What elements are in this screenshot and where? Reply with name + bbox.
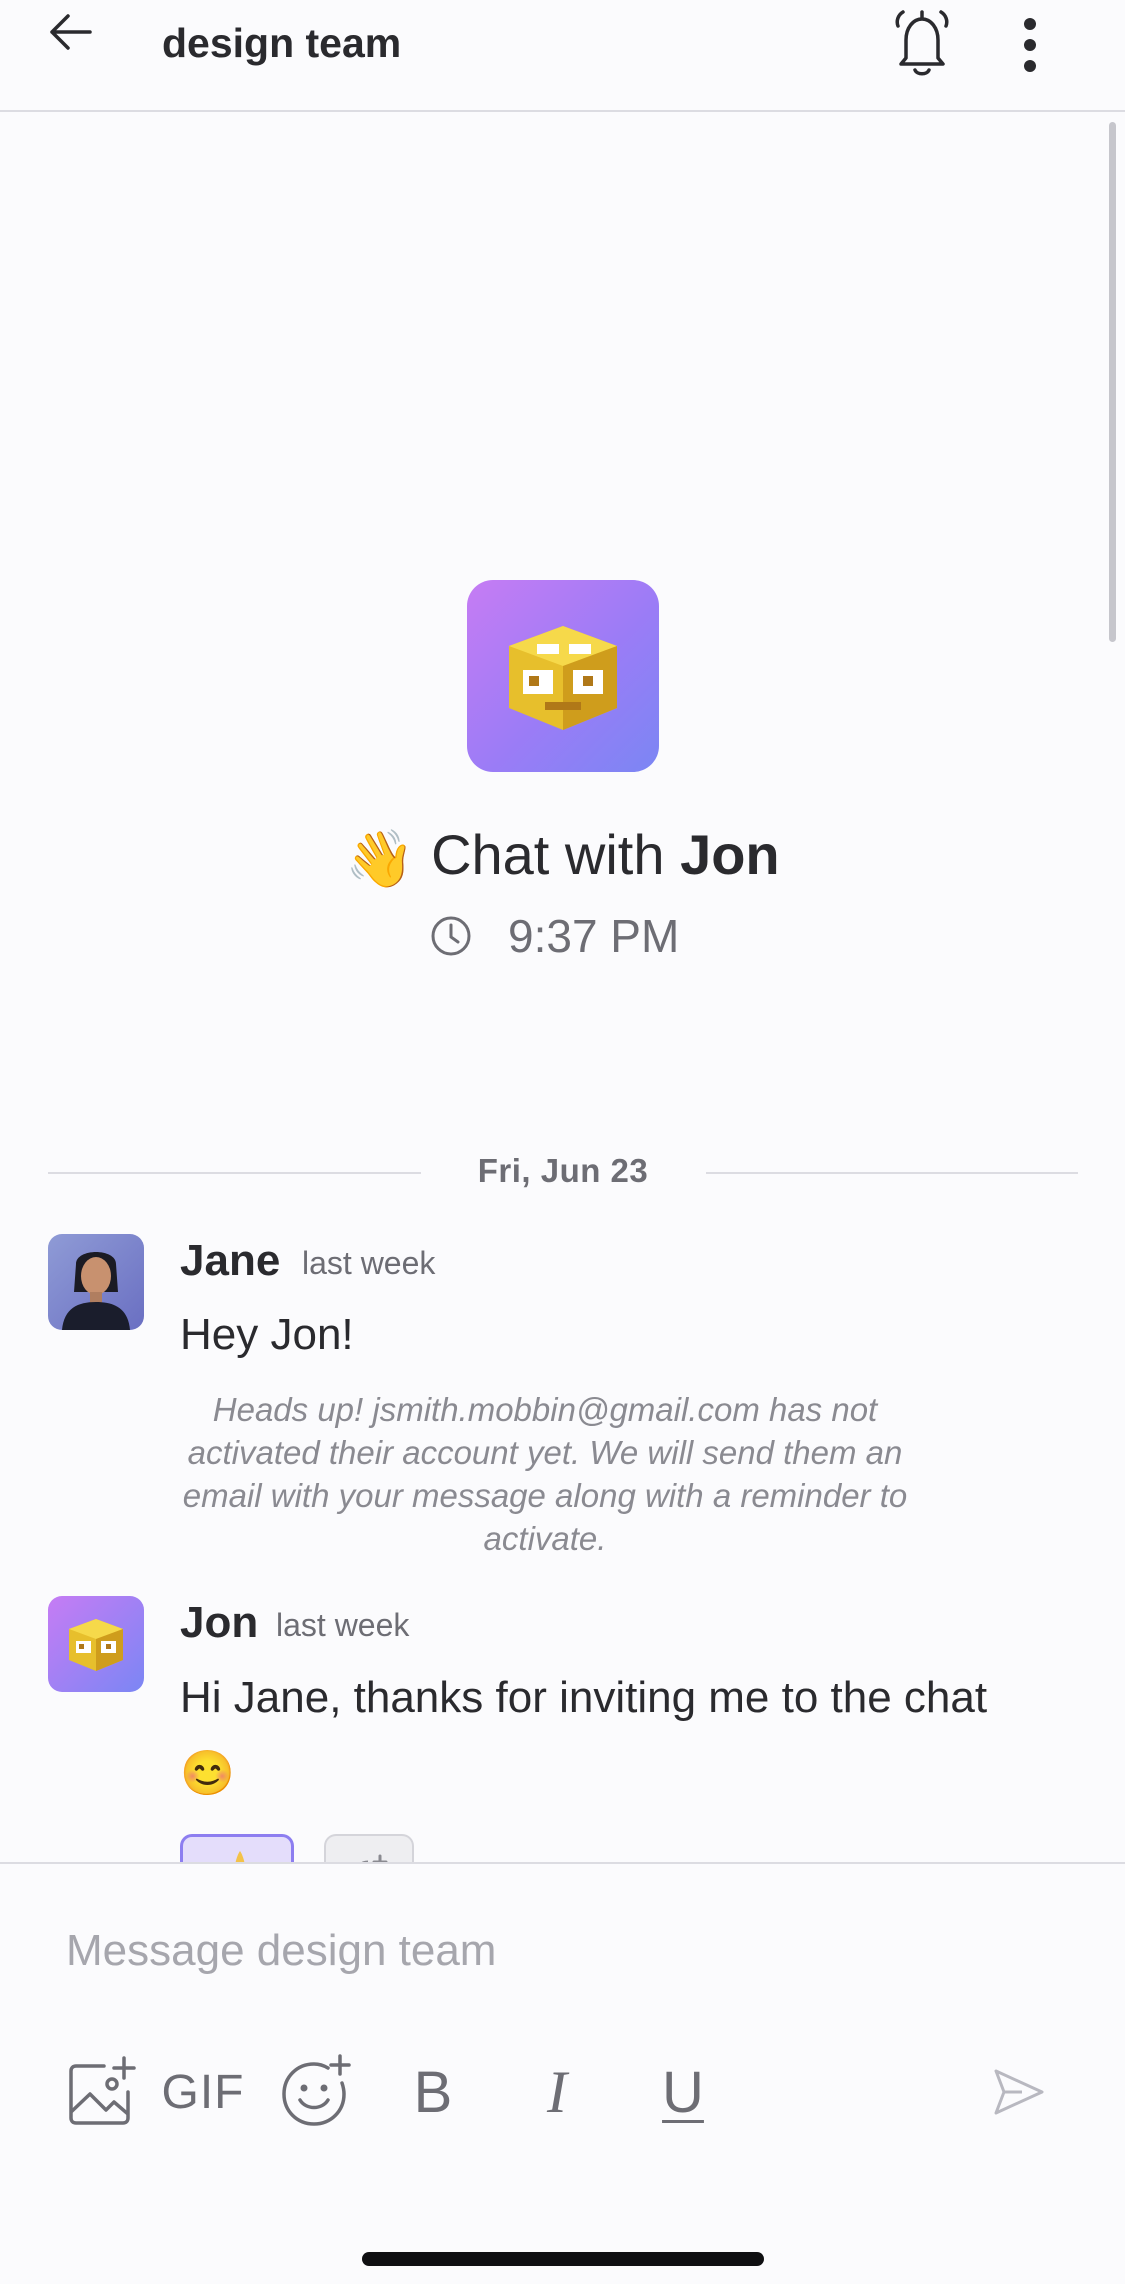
- bold-button[interactable]: B: [398, 2052, 468, 2132]
- add-emoji-icon: [282, 2054, 351, 2126]
- intro-time-text: 9:37 PM: [508, 910, 680, 962]
- message-time: last week: [302, 1245, 436, 1281]
- clock-icon: [431, 916, 471, 956]
- wave-emoji: 👋: [345, 827, 416, 890]
- date-divider: Fri, Jun 23: [48, 1152, 1078, 1196]
- message-time: last week: [276, 1607, 410, 1643]
- bell-icon: [895, 10, 949, 76]
- intro-prefix: Chat with: [431, 823, 665, 886]
- more-vertical-icon: [1024, 18, 1036, 72]
- message-input[interactable]: [66, 1916, 1026, 1986]
- avatar-jon[interactable]: [48, 1596, 144, 1692]
- chat-intro-time: 9:37 PM: [430, 906, 679, 966]
- avatar-jane[interactable]: [48, 1234, 144, 1330]
- back-button[interactable]: [40, 2, 100, 62]
- message-sender[interactable]: Jon: [180, 1598, 258, 1648]
- underline-button[interactable]: U: [648, 2052, 718, 2132]
- notifications-button[interactable]: [888, 4, 956, 80]
- activation-notice: Heads up! jsmith.mobbin@gmail.com has no…: [182, 1391, 908, 1557]
- message-sender[interactable]: Jane: [180, 1236, 280, 1286]
- send-icon: [994, 2069, 1044, 2115]
- add-emoji-button[interactable]: [274, 2052, 358, 2132]
- chat-screen: design team 👋 Chat with Jon 9:37 PM Fri,…: [0, 0, 1125, 2284]
- channel-title: design team: [162, 20, 402, 66]
- more-options-button[interactable]: [1010, 12, 1050, 78]
- add-image-icon: [69, 2056, 136, 2125]
- send-button[interactable]: [984, 2052, 1054, 2132]
- divider-date: Fri, Jun 23: [477, 1152, 649, 1189]
- message-text: Hey Jon!: [180, 1310, 354, 1359]
- message-composer: GIF B I U: [0, 1862, 1125, 2284]
- chat-intro-title: 👋 Chat with Jon: [0, 822, 1125, 892]
- arrow-left-icon: [50, 14, 92, 50]
- top-bar: design team: [0, 0, 1125, 112]
- chat-avatar: [467, 580, 659, 772]
- scrollbar[interactable]: [1109, 122, 1116, 642]
- intro-name: Jon: [680, 823, 780, 886]
- italic-button[interactable]: I: [522, 2052, 592, 2132]
- gif-button[interactable]: GIF: [162, 2052, 244, 2132]
- add-image-button[interactable]: [62, 2052, 142, 2132]
- home-indicator: [362, 2252, 764, 2266]
- cube-character-image: [69, 1619, 123, 1671]
- message-text: Hi Jane, thanks for inviting me to the c…: [180, 1673, 988, 1798]
- cube-character-image: [509, 626, 617, 730]
- jane-photo-image: [48, 1234, 144, 1330]
- divider-line: [706, 1172, 1078, 1174]
